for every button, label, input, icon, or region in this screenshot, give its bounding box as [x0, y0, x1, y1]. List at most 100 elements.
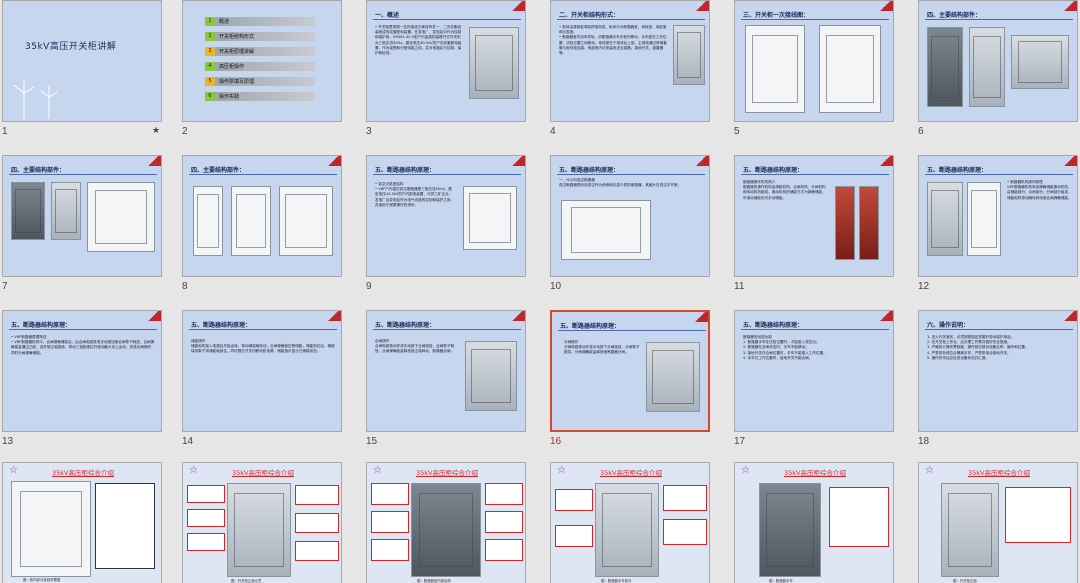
slide-thumbnail[interactable]: 五、断路器结构原理： • VBF断路器原理简述 • VBF断路器机构中，合闸弹簧…: [2, 310, 162, 460]
corner-decoration: [145, 156, 161, 166]
corner-decoration: [877, 1, 893, 11]
slide-thumbnail[interactable]: 五、断路器结构原理： 断路器操作机构简介 断路器的操作机构由储能机构、合闸机构、…: [734, 155, 894, 305]
slide-24[interactable]: ☆ 35kV高压柜综合介绍 图：开关柜正面: [918, 462, 1078, 583]
slide-thumbnail[interactable]: 五、断路器结构原理： 断路器的闭锁功能 1. 断路器手车在试验位置时，才能推入或…: [734, 310, 894, 460]
toc-item: 5 操作票填写原理: [205, 77, 315, 86]
slide-thumbnail[interactable]: 三、开关柜一次接线图： 5: [734, 0, 894, 150]
slide-number: 6: [918, 126, 924, 137]
callout: [187, 533, 225, 551]
slide-5[interactable]: 三、开关柜一次接线图：: [734, 0, 894, 122]
breaker-pole-photo: [859, 186, 879, 260]
slide-heading: 五、断路器结构原理：: [11, 322, 72, 329]
slide-number: 4: [550, 126, 556, 137]
slide-thumbnail[interactable]: ☆ 35kV高压柜综合介绍 图：开关柜正面: [918, 462, 1078, 583]
divider: [189, 174, 337, 175]
slide-thumbnail[interactable]: ☆ 35kV高压柜综合介绍 图：断路器手车部分: [550, 462, 710, 583]
callout: [555, 525, 593, 547]
slide-heading: 六、操作说明：: [927, 322, 970, 329]
component-photo: [969, 27, 1005, 107]
corner-decoration: [692, 312, 708, 322]
slide-17[interactable]: 五、断路器结构原理： 断路器的闭锁功能 1. 断路器手车在试验位置时，才能推入或…: [734, 310, 894, 432]
slide-body: 储能操作 储能电机接入电源后开始运转，带动储能轴转动，合闸弹簧被拉伸储能。储能到…: [191, 339, 335, 354]
slide-12[interactable]: 五、断路器结构原理： • 断路器机构操作原理 VBF断路器机构采用弹簧储能操动机…: [918, 155, 1078, 277]
slide-thumbnail[interactable]: 五、断路器结构原理： 储能操作 储能电机接入电源后开始运转，带动储能轴转动，合闸…: [182, 310, 342, 460]
figure-caption: 图：断路器手车部分: [601, 579, 632, 583]
slide-1[interactable]: 35kV高压开关柜讲解: [2, 0, 162, 122]
callout: [295, 513, 339, 533]
callout: [485, 539, 523, 561]
slide-15[interactable]: 五、断路器结构原理： 合闸操作 合闸电磁铁动作或手动按下合闸按钮，合闸掣子释放，…: [366, 310, 526, 432]
slide-thumbnail[interactable]: ☆ 35kV高压柜综合介绍 图：柜内部分接线布置图: [2, 462, 162, 583]
slide-20[interactable]: ☆ 35kV高压柜综合介绍 图：开关柜正面示意: [182, 462, 342, 583]
slide-22[interactable]: ☆ 35kV高压柜综合介绍 图：断路器手车部分: [550, 462, 710, 583]
slide-thumbnail[interactable]: 六、操作说明： 1. 进入开关室前，必须按照规定穿戴好劳动保护用品。 2. 在开…: [918, 310, 1078, 460]
slide-9[interactable]: 五、断路器结构原理： • 真空灭弧室结构 • VBF户内高压真空断路器是三相交流…: [366, 155, 526, 277]
component-photo: [927, 27, 963, 107]
slide-23[interactable]: ☆ 35kV高压柜综合介绍 图：断路器手车: [734, 462, 894, 583]
slide-18[interactable]: 六、操作说明： 1. 进入开关室前，必须按照规定穿戴好劳动保护用品。 2. 在开…: [918, 310, 1078, 432]
slide-thumbnail[interactable]: 二、开关柜结构形式： • 柜体由薄钢板弯制拼接而成，柜体分为断路器室、母线室、电…: [550, 0, 710, 150]
slide-thumbnail[interactable]: 五、断路器结构原理： 合闸操作 合闸电磁铁动作或手动按下合闸按钮，合闸掣子释放，…: [366, 310, 526, 460]
legend-box: [95, 483, 155, 569]
slide-number: 15: [366, 436, 378, 447]
divider: [189, 329, 337, 330]
slide-16[interactable]: 五、断路器结构原理： 分闸操作 分闸电磁铁动作或手动按下分闸按钮，分闸掣子脱扣，…: [550, 310, 710, 432]
corner-decoration: [145, 311, 161, 321]
slide-thumbnail[interactable]: 四、主要结构部件： 6: [918, 0, 1078, 150]
slide-thumbnail[interactable]: 五、断路器结构原理： • 真空灭弧室结构 • VBF户内高压真空断路器是三相交流…: [366, 155, 526, 305]
slide-21[interactable]: ☆ 35kV高压柜综合介绍 图：断路器室内部结构: [366, 462, 526, 583]
slide-body: 一、什么叫真空断路器 真空断路器是利用真空作为绝缘和灭弧介质的断路器，其触头在真…: [559, 178, 682, 188]
slide-heading: 五、断路器结构原理：: [191, 322, 252, 329]
toc-item: 2 开关柜结构形式: [205, 32, 315, 41]
corner-decoration: [509, 1, 525, 11]
component-photo: [51, 182, 81, 240]
slide-body: • 断路器机构操作原理 VBF断路器机构采用弹簧储能操动机构，由储能部分、合闸部…: [1007, 180, 1072, 200]
slide-14[interactable]: 五、断路器结构原理： 储能操作 储能电机接入电源后开始运转，带动储能轴转动，合闸…: [182, 310, 342, 432]
slide-10[interactable]: 五、断路器结构原理： 一、什么叫真空断路器 真空断路器是利用真空作为绝缘和灭弧介…: [550, 155, 710, 277]
callout: [663, 519, 707, 545]
figure-caption: 图：开关柜正面: [953, 579, 977, 583]
slide-thumbnail[interactable]: 四、主要结构部件： 7: [2, 155, 162, 305]
slide-thumbnail[interactable]: 五、断路器结构原理： 分闸操作 分闸电磁铁动作或手动按下分闸按钮，分闸掣子脱扣，…: [550, 310, 710, 460]
component-photo: [87, 182, 155, 252]
slide-thumbnail[interactable]: 五、断路器结构原理： 一、什么叫真空断路器 真空断路器是利用真空作为绝缘和灭弧介…: [550, 155, 710, 305]
slide-heading: 三、开关柜一次接线图：: [743, 12, 810, 19]
slide-thumbnail[interactable]: 五、断路器结构原理： • 断路器机构操作原理 VBF断路器机构采用弹簧储能操动机…: [918, 155, 1078, 305]
slide-number: 14: [182, 436, 194, 447]
slide-thumbnail[interactable]: ☆ 35kV高压柜综合介绍 图：断路器室内部结构: [366, 462, 526, 583]
slide-3[interactable]: 一、概述 • 开关柜是按照一定的接线方案将有关一、二次设备组装而成的成套配电装置…: [366, 0, 526, 122]
slide-title: 35kV高压柜综合介绍: [784, 469, 846, 477]
callout: [187, 485, 225, 503]
slide-heading: 五、断路器结构原理：: [375, 322, 436, 329]
callout: [295, 541, 339, 561]
slide-thumbnail[interactable]: ☆ 35kV高压柜综合介绍 图：开关柜正面示意: [182, 462, 342, 583]
slide-7[interactable]: 四、主要结构部件：: [2, 155, 162, 277]
toc-item: 6 操作实践: [205, 92, 315, 101]
slide-number: 11: [734, 281, 745, 292]
slide-4[interactable]: 二、开关柜结构形式： • 柜体由薄钢板弯制拼接而成，柜体分为断路器室、母线室、电…: [550, 0, 710, 122]
slide-19[interactable]: ☆ 35kV高压柜综合介绍 图：柜内部分接线布置图: [2, 462, 162, 583]
slide-13[interactable]: 五、断路器结构原理： • VBF断路器原理简述 • VBF断路器机构中，合闸弹簧…: [2, 310, 162, 432]
slide-number: 2: [182, 126, 188, 137]
callout: [187, 509, 225, 527]
component-photo: [279, 186, 333, 256]
slide-2[interactable]: 1 概述 2 开关柜结构形式 3 开关柜原理讲解 4 高压柜操作 5 操作票填写原理 6操…: [182, 0, 342, 122]
callout: [663, 485, 707, 511]
callout: [371, 483, 409, 505]
slide-number: 5: [734, 126, 740, 137]
slide-thumbnail[interactable]: 1 概述 2 开关柜结构形式 3 开关柜原理讲解 4 高压柜操作 5 操作票填写原理 6操…: [182, 0, 342, 150]
slide-11[interactable]: 五、断路器结构原理： 断路器操作机构简介 断路器的操作机构由储能机构、合闸机构、…: [734, 155, 894, 277]
slide-thumbnail[interactable]: 四、主要结构部件： 8: [182, 155, 342, 305]
slide-thumbnail[interactable]: ☆ 35kV高压柜综合介绍 图：断路器手车: [734, 462, 894, 583]
slide-8[interactable]: 四、主要结构部件：: [182, 155, 342, 277]
slide-heading: 五、断路器结构原理：: [560, 323, 621, 330]
component-photo: [1011, 35, 1069, 89]
slide-thumbnail[interactable]: 35kV高压开关柜讲解 1 ★: [2, 0, 162, 150]
slide-body: 分闸操作 分闸电磁铁动作或手动按下分闸按钮，分闸掣子脱扣，分闸弹簧能量释放使断路…: [564, 340, 640, 355]
slide-title: 35kV高压开关柜讲解: [25, 42, 117, 52]
callout: [371, 539, 409, 561]
slide-thumbnail[interactable]: 一、概述 • 开关柜是按照一定的接线方案将有关一、二次设备组装而成的成套配电装置…: [366, 0, 526, 150]
slide-6[interactable]: 四、主要结构部件：: [918, 0, 1078, 122]
slide-heading: 四、主要结构部件：: [11, 167, 66, 174]
slide-number: 18: [918, 436, 930, 447]
